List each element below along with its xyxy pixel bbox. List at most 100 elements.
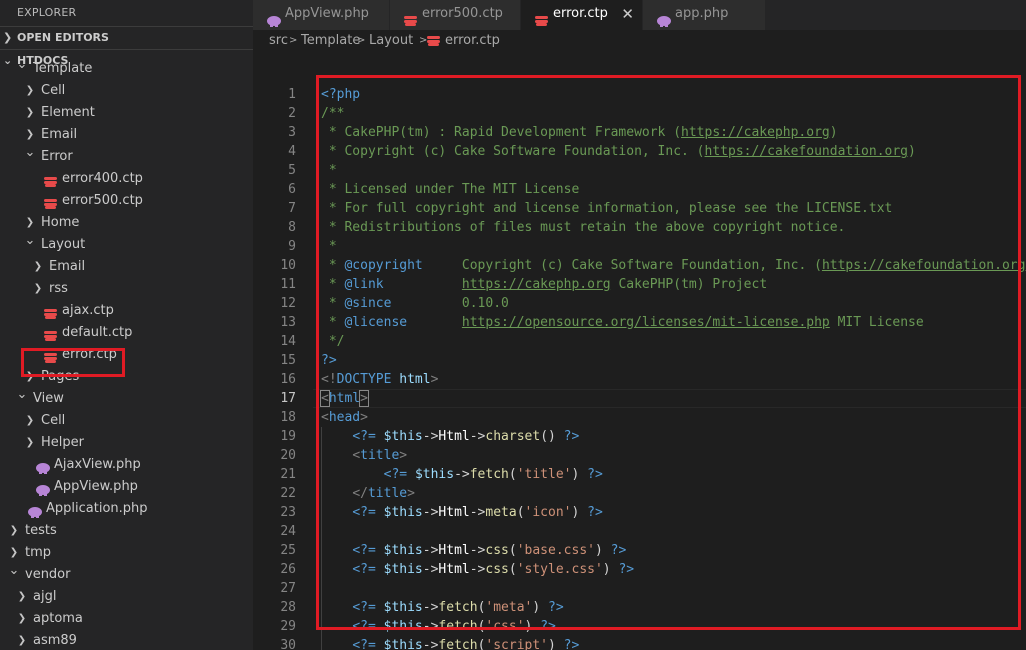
line-number: 14 — [280, 334, 296, 349]
chevron-right-icon: ❯ — [25, 85, 35, 96]
tree-item-template[interactable]: ⌄ Template — [0, 57, 253, 80]
tree-item-aptoma[interactable]: ❯ aptoma — [0, 608, 253, 630]
tree-item-ajgl[interactable]: ❯ ajgl — [0, 586, 253, 608]
tab-label: app.php — [675, 6, 729, 21]
breadcrumb-item[interactable]: Layout — [369, 30, 413, 52]
tree-item-default-ctp[interactable]: default.ctp — [0, 322, 253, 344]
chevron-right-icon: ❯ — [25, 415, 35, 426]
tab-label: error500.ctp — [422, 6, 503, 21]
tree-item-view[interactable]: ⌄ View — [0, 387, 253, 410]
line-number: 2 — [288, 106, 296, 121]
tree-item-ajaxview-php[interactable]: AjaxView.php — [0, 454, 253, 476]
tree-item-tests[interactable]: ❯ tests — [0, 520, 253, 542]
chevron-down-icon: ⌄ — [24, 233, 36, 248]
line-number: 13 — [280, 315, 296, 330]
cakephp-file-icon — [44, 305, 58, 319]
tree-item-error500-ctp[interactable]: error500.ctp — [0, 190, 253, 212]
tree-item-label: Application.php — [46, 501, 148, 516]
tree-item-tmp[interactable]: ❯ tmp — [0, 542, 253, 564]
line-number: 9 — [288, 239, 296, 254]
chevron-right-icon: ❯ — [17, 591, 27, 602]
code-line[interactable]: <?= $this->fetch('script') ?> — [321, 636, 579, 650]
line-number: 6 — [288, 182, 296, 197]
explorer-title: EXPLORER — [17, 6, 77, 19]
line-number: 30 — [280, 638, 296, 650]
tree-item-label: Layout — [41, 237, 86, 252]
code-token: fetch — [438, 638, 478, 650]
tree-item-cell[interactable]: ❯ Cell — [0, 80, 253, 102]
tree-item-appview-php[interactable]: AppView.php — [0, 476, 253, 498]
tree-item-label: error400.ctp — [62, 171, 143, 186]
line-number: 11 — [280, 277, 296, 292]
tab-label: error.ctp — [553, 6, 608, 21]
chevron-right-icon: ❯ — [3, 31, 13, 44]
tab-error500-ctp[interactable]: error500.ctp — [390, 0, 521, 30]
chevron-down-icon: ⌄ — [16, 57, 28, 72]
tree-item-label: AppView.php — [54, 479, 138, 494]
line-number: 10 — [280, 258, 296, 273]
tree-item-layout[interactable]: ⌄ Layout — [0, 233, 253, 256]
tree-item-error400-ctp[interactable]: error400.ctp — [0, 168, 253, 190]
line-number: 3 — [288, 125, 296, 140]
line-number: 26 — [280, 562, 296, 577]
chevron-right-icon: ❯ — [9, 525, 19, 536]
php-file-icon — [28, 503, 42, 518]
chevron-right-icon: ❯ — [33, 261, 43, 272]
tree-item-element[interactable]: ❯ Element — [0, 102, 253, 124]
editor-tabs: AppView.php error500.ctp error.ctp ✕ app.php — [253, 0, 1026, 30]
line-number: 20 — [280, 448, 296, 463]
tree-item-label: Template — [33, 61, 93, 76]
tree-item-error[interactable]: ⌄ Error — [0, 145, 253, 168]
code-token: -> — [422, 638, 439, 650]
line-number: 5 — [288, 163, 296, 178]
explorer-sidebar: EXPLORER ❯ OPEN EDITORS ⌄ HTDOCS ⌄ Templa… — [0, 0, 253, 650]
tree-item-label: tests — [25, 523, 57, 538]
line-number: 15 — [280, 353, 296, 368]
line-number: 23 — [280, 505, 296, 520]
chevron-right-icon: ❯ — [33, 283, 43, 294]
line-number: 4 — [288, 144, 296, 159]
tree-item-helper[interactable]: ❯ Helper — [0, 432, 253, 454]
line-number: 17 — [280, 391, 296, 406]
tab-error-ctp[interactable]: error.ctp ✕ — [521, 0, 643, 30]
line-number: 8 — [288, 220, 296, 235]
tree-item-email[interactable]: ❯ Email — [0, 124, 253, 146]
tree-item-home[interactable]: ❯ Home — [0, 212, 253, 234]
tree-item-cell[interactable]: ❯ Cell — [0, 410, 253, 432]
code-token: $this — [383, 638, 423, 650]
tree-item-label: Email — [41, 127, 78, 142]
chevron-down-icon: ⌄ — [24, 145, 36, 160]
breadcrumb-item[interactable]: error.ctp — [445, 30, 500, 52]
cakephp-file-icon — [44, 327, 58, 341]
php-file-icon — [36, 459, 50, 474]
tree-item-asm89[interactable]: ❯ asm89 — [0, 630, 253, 650]
code-token: ?> — [563, 638, 580, 650]
tree-item-email[interactable]: ❯ Email — [0, 256, 253, 278]
tree-item-ajax-ctp[interactable]: ajax.ctp — [0, 300, 253, 322]
close-icon[interactable]: ✕ — [621, 0, 634, 28]
line-number: 29 — [280, 619, 296, 634]
line-number: 12 — [280, 296, 296, 311]
tab-appview-php[interactable]: AppView.php — [253, 0, 390, 30]
breadcrumb-item[interactable]: src — [269, 30, 288, 52]
line-number: 24 — [280, 524, 296, 539]
tree-item-label: vendor — [25, 567, 71, 582]
code-highlight-box — [316, 75, 1021, 630]
tree-item-vendor[interactable]: ⌄ vendor — [0, 563, 253, 586]
tree-item-rss[interactable]: ❯ rss — [0, 278, 253, 300]
breadcrumb-separator-icon: > — [289, 35, 298, 46]
tree-item-application-php[interactable]: Application.php — [0, 498, 253, 520]
tree-item-label: aptoma — [33, 611, 83, 626]
breadcrumb-item[interactable]: Template — [301, 30, 360, 52]
code-token: ) — [548, 638, 564, 650]
line-number: 27 — [280, 581, 296, 596]
chevron-right-icon: ❯ — [17, 635, 27, 646]
tree-item-label: asm89 — [33, 633, 77, 648]
line-number: 25 — [280, 543, 296, 558]
line-number: 18 — [280, 410, 296, 425]
open-editors-section[interactable]: ❯ OPEN EDITORS — [0, 26, 253, 50]
tree-item-label: Cell — [41, 83, 66, 98]
tab-app-php[interactable]: app.php — [643, 0, 766, 30]
